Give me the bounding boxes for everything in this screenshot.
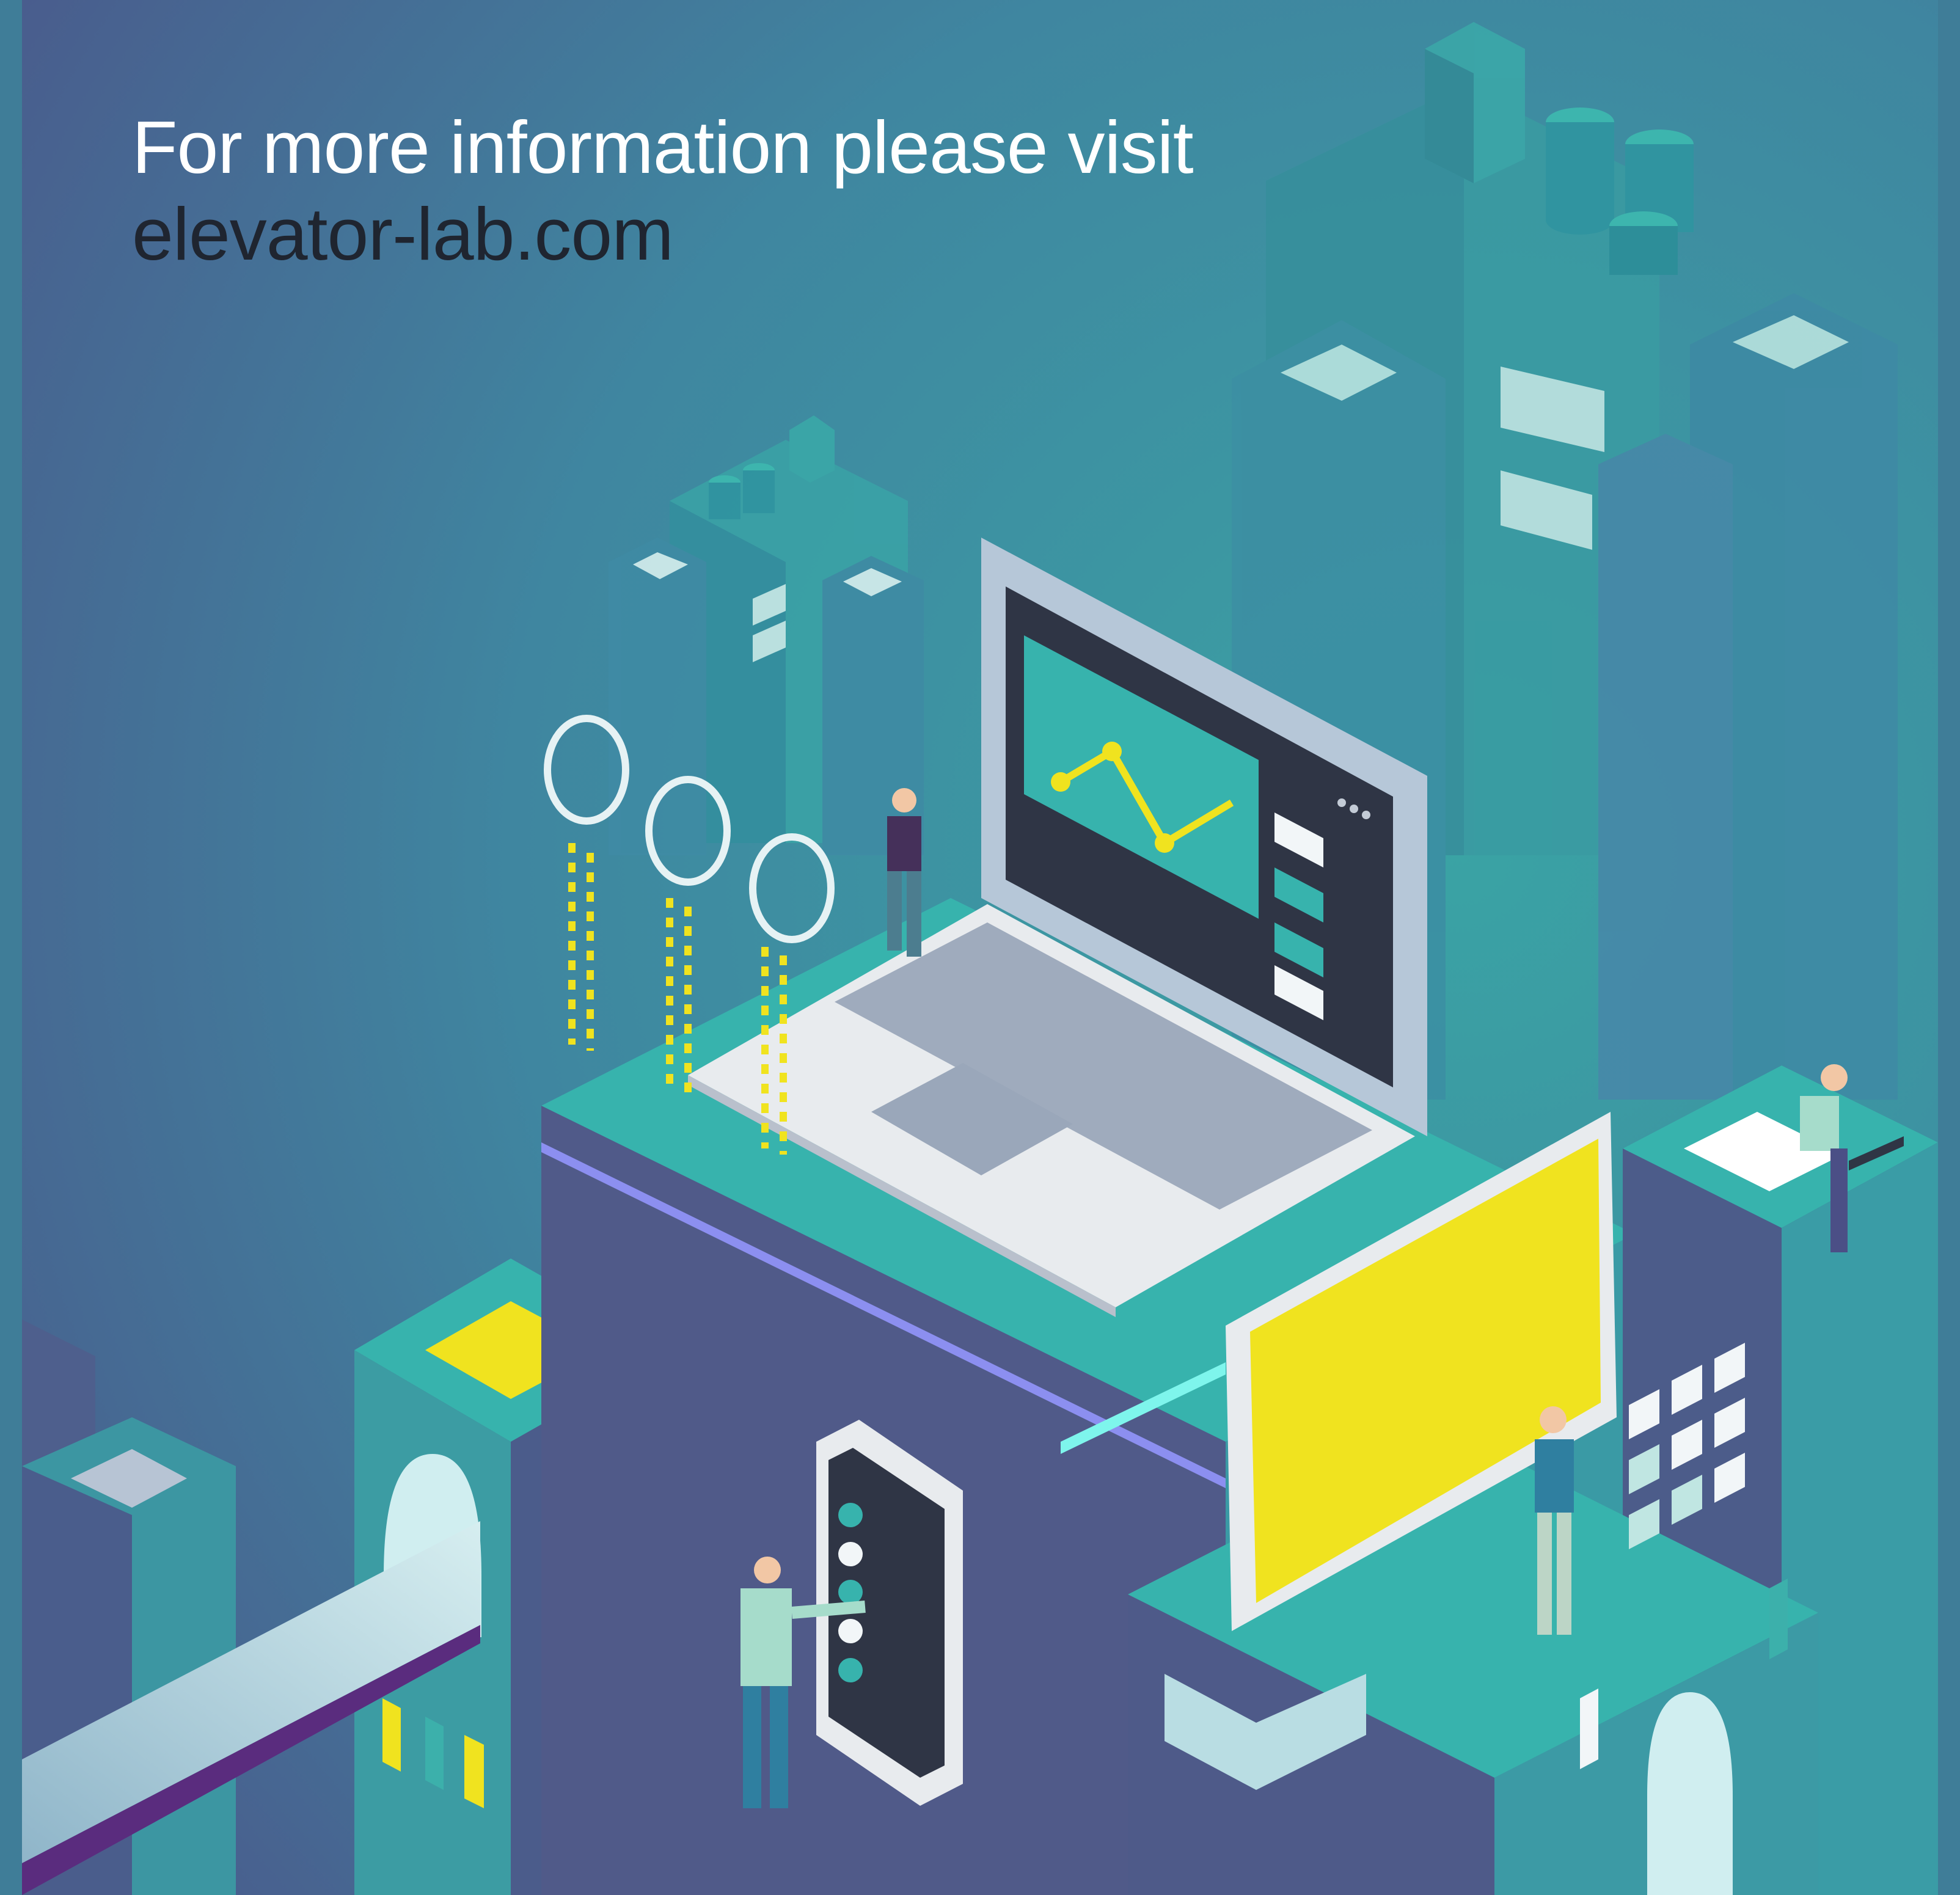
promo-headline: For more information please visit elevat… (132, 104, 1194, 277)
website-link[interactable]: elevator-lab.com (132, 191, 1193, 277)
headline-text: For more information please visit (132, 106, 1194, 189)
isometric-city-illustration (22, 0, 1938, 1895)
promo-page: For more information please visit elevat… (0, 0, 1960, 1895)
